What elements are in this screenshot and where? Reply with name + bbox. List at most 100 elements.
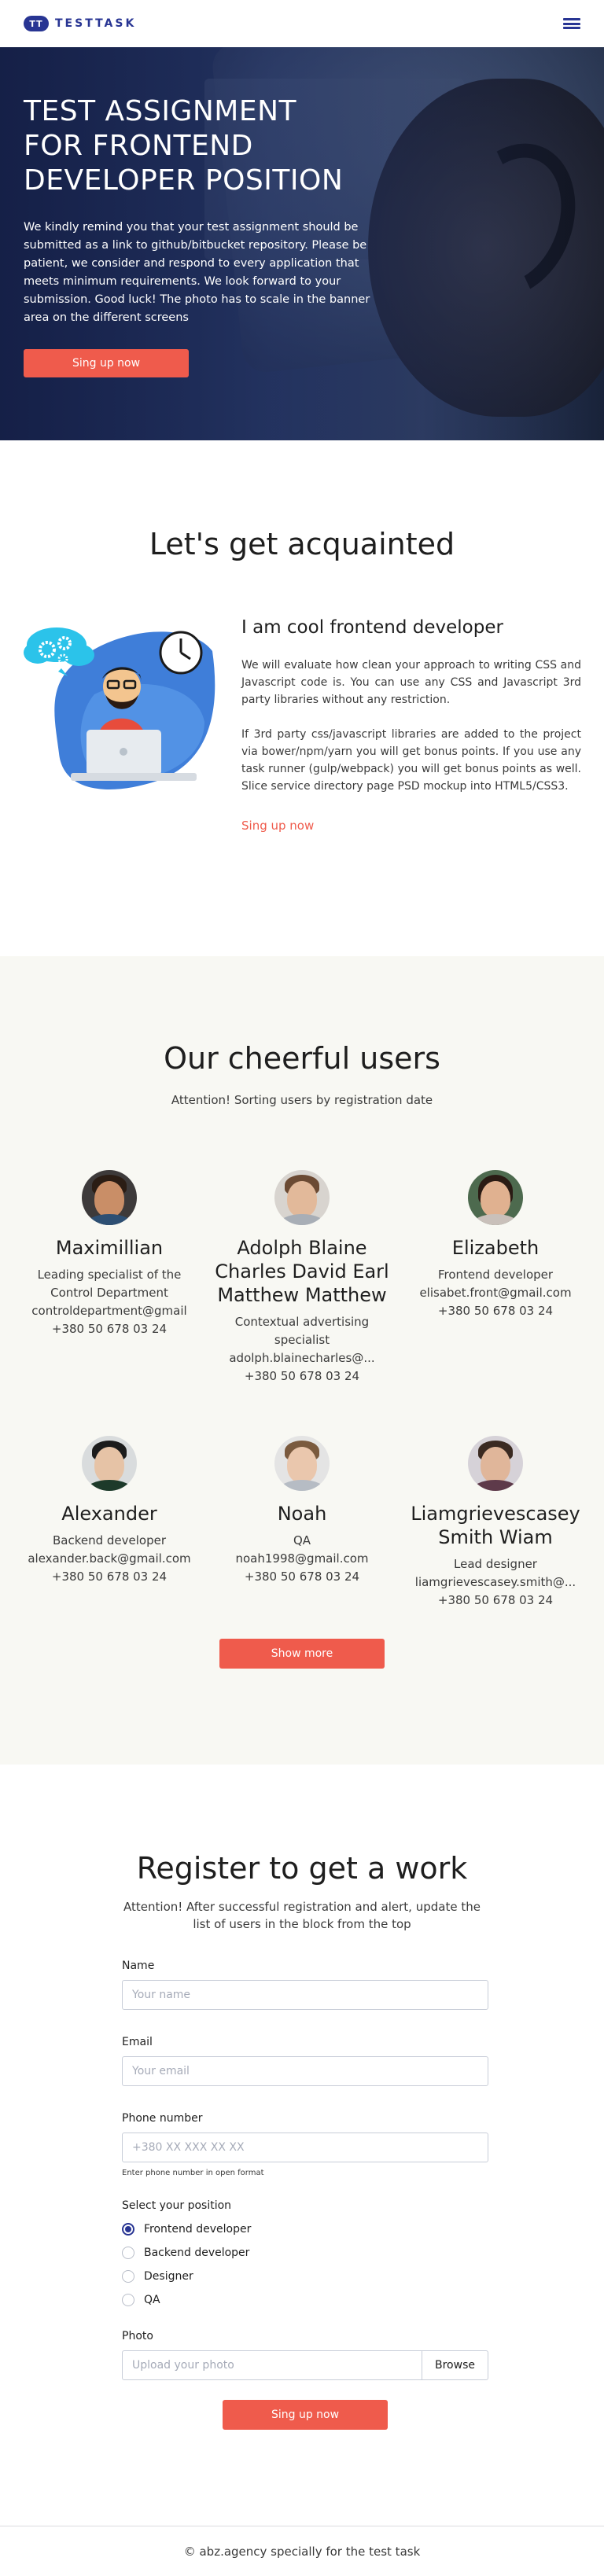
user-phone: +380 50 678 03 24 bbox=[244, 1369, 360, 1383]
photo-label: Photo bbox=[122, 2330, 153, 2342]
users-title: Our cheerful users bbox=[164, 1041, 440, 1076]
user-avatar bbox=[468, 1170, 523, 1225]
position-option-label: QA bbox=[144, 2294, 160, 2306]
user-card: Elizabeth Frontend developer elisabet.fr… bbox=[401, 1170, 590, 1320]
hero-title: TEST ASSIGNMENT FOR FRONTEND DEVELOPER P… bbox=[24, 94, 393, 198]
position-label: Select your position bbox=[122, 2199, 232, 2212]
register-section: Register to get a work Attention! After … bbox=[0, 1765, 604, 2526]
position-option-label: Frontend developer bbox=[144, 2223, 252, 2236]
position-option-backend[interactable]: Backend developer bbox=[122, 2247, 488, 2259]
user-name: Alexander bbox=[61, 1503, 157, 1525]
position-field-group: Select your position Frontend developer … bbox=[122, 2199, 488, 2306]
burger-menu-icon[interactable] bbox=[563, 17, 580, 31]
email-field-group: Email bbox=[122, 2036, 488, 2086]
email-input[interactable] bbox=[122, 2056, 488, 2086]
hero-content: TEST ASSIGNMENT FOR FRONTEND DEVELOPER P… bbox=[24, 94, 393, 377]
user-card: Maximillian Leading specialist of the Co… bbox=[15, 1170, 204, 1338]
user-email: adolph.blainecharles@... bbox=[229, 1351, 375, 1365]
logo-icon: TT bbox=[24, 16, 49, 31]
show-more-button[interactable]: Show more bbox=[219, 1639, 385, 1669]
user-card: Liamgrievescasey Smith Wiam Lead designe… bbox=[401, 1436, 590, 1610]
name-label: Name bbox=[122, 1960, 155, 1972]
hero-banner: TEST ASSIGNMENT FOR FRONTEND DEVELOPER P… bbox=[0, 47, 604, 440]
user-avatar bbox=[468, 1436, 523, 1491]
name-input[interactable] bbox=[122, 1980, 488, 2010]
register-submit-button[interactable]: Sing up now bbox=[223, 2400, 388, 2430]
phone-input[interactable] bbox=[122, 2133, 488, 2162]
user-avatar bbox=[82, 1170, 137, 1225]
user-position: Leading specialist of the Control Depart… bbox=[37, 1268, 182, 1300]
radio-icon[interactable] bbox=[122, 2270, 134, 2283]
phone-hint: Enter phone number in open format bbox=[122, 2169, 264, 2177]
burger-line bbox=[563, 22, 580, 25]
user-name: Elizabeth bbox=[451, 1237, 540, 1259]
developer-illustration bbox=[24, 627, 215, 789]
acquainted-text: I am cool frontend developer We will eva… bbox=[241, 617, 581, 833]
user-avatar bbox=[82, 1436, 137, 1491]
footer-text: © abz.agency specially for the test task bbox=[183, 2544, 421, 2559]
user-phone: +380 50 678 03 24 bbox=[51, 1570, 168, 1584]
photo-upload[interactable]: Upload your photo Browse bbox=[122, 2350, 488, 2380]
hero-text: We kindly remind you that your test assi… bbox=[24, 221, 370, 324]
user-position: Frontend developer bbox=[437, 1268, 554, 1282]
name-field-group: Name bbox=[122, 1960, 488, 2010]
footer: © abz.agency specially for the test task bbox=[0, 2526, 604, 2576]
acquainted-paragraph: We will evaluate how clean your approach… bbox=[241, 659, 581, 706]
user-card: Alexander Backend developer alexander.ba… bbox=[15, 1436, 204, 1586]
users-section: Our cheerful users Attention! Sorting us… bbox=[0, 956, 604, 1765]
phone-field-group: Phone number Enter phone number in open … bbox=[122, 2112, 488, 2177]
radio-icon[interactable] bbox=[122, 2247, 134, 2259]
photo-field-group: Photo Upload your photo Browse bbox=[122, 2330, 488, 2380]
burger-line bbox=[563, 18, 580, 20]
browse-button[interactable]: Browse bbox=[422, 2351, 488, 2379]
position-option-designer[interactable]: Designer bbox=[122, 2270, 488, 2283]
header: TT TESTTASK bbox=[0, 0, 604, 47]
phone-label: Phone number bbox=[122, 2112, 203, 2125]
photo-upload-field[interactable]: Upload your photo bbox=[123, 2351, 422, 2379]
hero-title-line: TEST ASSIGNMENT bbox=[24, 95, 297, 127]
user-phone: +380 50 678 03 24 bbox=[51, 1322, 168, 1336]
user-name: Maximillian bbox=[55, 1237, 164, 1259]
logo-text: TESTTASK bbox=[55, 17, 137, 30]
position-option-qa[interactable]: QA bbox=[122, 2294, 488, 2306]
user-email: liamgrievescasey.smith@... bbox=[414, 1575, 576, 1589]
user-email: alexander.back@gmail.com bbox=[28, 1551, 191, 1566]
position-option-label: Backend developer bbox=[144, 2247, 250, 2259]
user-name: Adolph Blaine Charles David Earl Matthew… bbox=[215, 1237, 389, 1306]
user-card: Noah QA noah1998@gmail.com +380 50 678 0… bbox=[208, 1436, 396, 1586]
register-title: Register to get a work bbox=[136, 1851, 468, 1886]
hero-signup-button[interactable]: Sing up now bbox=[24, 349, 189, 377]
acquainted-section: Let's get acquainted I am cool frontend … bbox=[0, 440, 604, 956]
acquainted-title: Let's get acquainted bbox=[149, 527, 455, 561]
user-email: elisabet.front@gmail.com bbox=[419, 1286, 572, 1300]
user-email: controldepartment@gmail bbox=[31, 1304, 187, 1318]
burger-line bbox=[563, 27, 580, 29]
position-option-frontend[interactable]: Frontend developer bbox=[122, 2223, 488, 2236]
acquainted-heading: I am cool frontend developer bbox=[241, 617, 503, 638]
radio-checked-icon[interactable] bbox=[122, 2223, 134, 2236]
user-card: Adolph Blaine Charles David Earl Matthew… bbox=[208, 1170, 396, 1386]
user-phone: +380 50 678 03 24 bbox=[437, 1304, 554, 1318]
logo[interactable]: TT TESTTASK bbox=[24, 16, 136, 31]
user-avatar bbox=[274, 1170, 330, 1225]
user-position: Backend developer bbox=[52, 1533, 167, 1547]
user-phone: +380 50 678 03 24 bbox=[437, 1593, 554, 1607]
acquainted-signup-link[interactable]: Sing up now bbox=[241, 819, 314, 833]
position-option-label: Designer bbox=[144, 2270, 193, 2283]
register-form: Name Email Phone number Enter phone numb… bbox=[122, 1960, 488, 2406]
user-name: Noah bbox=[277, 1503, 327, 1525]
clock-icon bbox=[159, 631, 203, 675]
hero-title-line: FOR FRONTEND bbox=[24, 130, 253, 162]
register-subtitle: Attention! After successful registration… bbox=[123, 1900, 481, 1931]
acquainted-paragraph: If 3rd party css/javascript libraries ar… bbox=[241, 728, 581, 793]
user-position: Lead designer bbox=[454, 1557, 537, 1571]
user-name: Liamgrievescasey Smith Wiam bbox=[411, 1503, 580, 1548]
user-position: QA bbox=[293, 1533, 311, 1547]
users-subtitle: Attention! Sorting users by registration… bbox=[171, 1093, 433, 1107]
user-email: noah1998@gmail.com bbox=[235, 1551, 369, 1566]
page: TT TESTTASK TEST ASSIGNMENT FOR FRONTEND… bbox=[0, 0, 604, 2576]
user-phone: +380 50 678 03 24 bbox=[244, 1570, 360, 1584]
email-label: Email bbox=[122, 2036, 153, 2048]
user-position: Contextual advertising specialist bbox=[234, 1315, 370, 1347]
radio-icon[interactable] bbox=[122, 2294, 134, 2306]
